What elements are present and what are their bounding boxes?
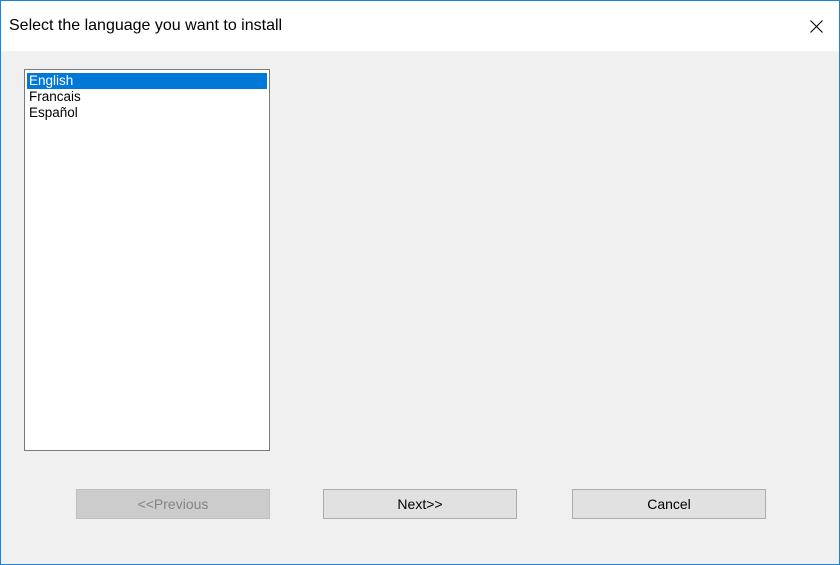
dialog-title: Select the language you want to install	[9, 17, 283, 34]
close-button[interactable]	[793, 1, 839, 51]
title-bar: Select the language you want to install	[1, 1, 839, 51]
cancel-button[interactable]: Cancel	[572, 489, 766, 519]
close-icon	[810, 20, 823, 33]
language-listbox[interactable]: English Francais Español	[24, 69, 270, 451]
list-item-francais[interactable]: Francais	[27, 89, 267, 105]
previous-button[interactable]: <<Previous	[76, 489, 270, 519]
next-button[interactable]: Next>>	[323, 489, 517, 519]
list-item-espanol[interactable]: Español	[27, 105, 267, 121]
installer-dialog: Select the language you want to install …	[0, 0, 840, 565]
list-item-english[interactable]: English	[27, 73, 267, 89]
